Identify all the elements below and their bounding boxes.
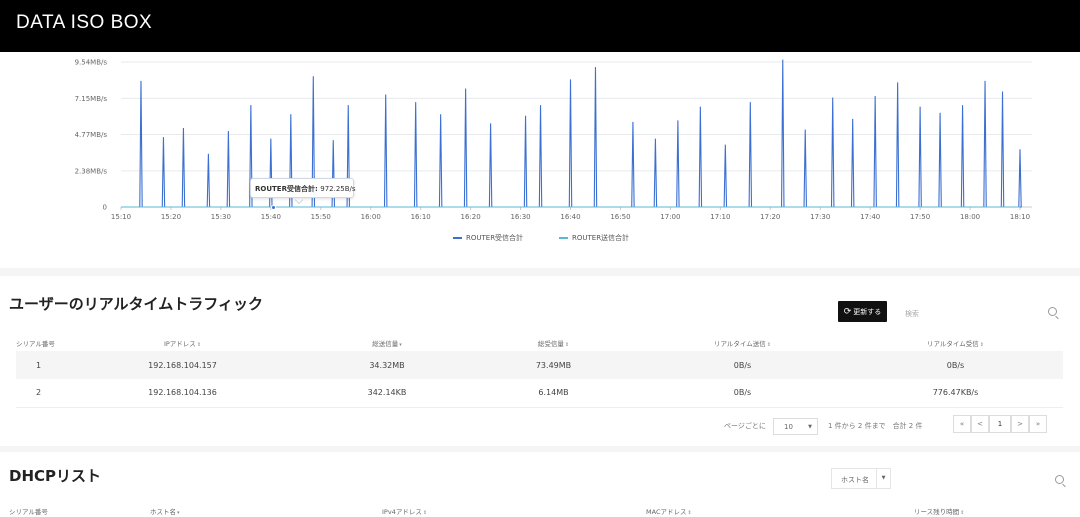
app-title: DATA ISO BOX — [16, 12, 153, 33]
x-tick-label: 16:30 — [510, 213, 530, 221]
cell-realtime-sent: 0B/s — [637, 351, 848, 379]
x-tick-label: 17:00 — [660, 213, 680, 221]
y-tick-label: 9.54MB/s — [75, 59, 108, 67]
first-page-button[interactable]: « — [953, 415, 971, 433]
x-tick-label: 16:10 — [411, 213, 431, 221]
x-tick-label: 18:10 — [1010, 213, 1030, 221]
per-page-label: ページごとに — [724, 422, 766, 430]
col-total-received[interactable]: 総受信量⇕ — [470, 334, 637, 351]
x-tick-label: 17:30 — [810, 213, 830, 221]
section-divider — [0, 446, 1080, 452]
cell-total-sent: 34.32MB — [304, 351, 470, 379]
chart-tooltip: ROUTER受信合計: 972.25B/s — [250, 178, 356, 198]
cell-total-received: 6.14MB — [470, 379, 637, 408]
users-search-input[interactable] — [897, 303, 1065, 325]
legend-label-received: ROUTER受信合計 — [466, 234, 524, 242]
col-total-sent[interactable]: 総送信量▾ — [304, 334, 470, 351]
dhcp-col-ipv4[interactable]: IPv4アドレス⇕ — [382, 506, 427, 516]
dhcp-col-hostname[interactable]: ホスト名▾ — [150, 506, 180, 516]
col-serial[interactable]: シリアル番号 — [16, 334, 61, 351]
y-tick-label: 0 — [103, 204, 107, 212]
col-realtime-sent[interactable]: リアルタイム送信⇕ — [637, 334, 848, 351]
cell-ip: 192.168.104.157 — [61, 351, 304, 379]
search-icon[interactable] — [1048, 307, 1057, 316]
cell-realtime-received: 776.47KB/s — [848, 379, 1063, 408]
per-page-value: 10 — [784, 423, 793, 431]
section-divider — [0, 268, 1080, 276]
legend-item-received[interactable]: ROUTER受信合計 — [453, 233, 523, 243]
x-tick-label: 15:10 — [111, 213, 131, 221]
users-search — [897, 301, 1065, 325]
cell-ip: 192.168.104.136 — [61, 379, 304, 408]
table-row[interactable]: 2 192.168.104.136 342.14KB 6.14MB 0B/s 7… — [16, 379, 1063, 408]
x-tick-label: 18:00 — [960, 213, 980, 221]
x-tick-label: 15:20 — [161, 213, 181, 221]
dhcp-filter-value: ホスト名 — [841, 476, 869, 484]
chevron-down-icon: ▼ — [808, 424, 812, 430]
last-page-button[interactable]: » — [1029, 415, 1047, 433]
chevron-down-icon: ▼ — [876, 469, 890, 488]
users-table: シリアル番号 IPアドレス⇕ 総送信量▾ 総受信量⇕ リアルタイム送信⇕ リアル… — [16, 334, 1063, 408]
table-row[interactable]: 1 192.168.104.157 34.32MB 73.49MB 0B/s 0… — [16, 351, 1063, 379]
users-section-title: ユーザーのリアルタイムトラフィック — [9, 295, 263, 313]
x-tick-label: 17:20 — [760, 213, 780, 221]
refresh-button[interactable]: ⟳ 更新する — [838, 301, 887, 322]
dhcp-col-mac[interactable]: MACアドレス⇕ — [646, 506, 692, 516]
tooltip-point — [271, 205, 276, 210]
search-icon[interactable] — [1055, 475, 1064, 484]
dhcp-col-lease[interactable]: リース残り時間⇕ — [914, 506, 964, 516]
cell-realtime-received: 0B/s — [848, 351, 1063, 379]
x-tick-label: 15:50 — [311, 213, 331, 221]
legend-swatch-received — [453, 237, 462, 239]
col-realtime-received[interactable]: リアルタイム受信⇕ — [848, 334, 1063, 351]
legend-item-sent[interactable]: ROUTER送信合計 — [559, 233, 629, 243]
cell-serial: 1 — [16, 351, 61, 379]
refresh-label: 更新する — [853, 307, 882, 316]
per-page-select[interactable]: 10 ▼ — [773, 418, 818, 435]
x-tick-label: 17:40 — [860, 213, 880, 221]
refresh-icon: ⟳ — [843, 306, 852, 317]
y-tick-label: 7.15MB/s — [75, 95, 108, 103]
top-bar: DATA ISO BOX — [0, 0, 1080, 52]
cell-serial: 2 — [16, 379, 61, 408]
legend-label-sent: ROUTER送信合計 — [572, 234, 630, 242]
legend-swatch-sent — [559, 237, 568, 239]
traffic-chart: 0 2.38MB/s 4.77MB/s 7.15MB/s 9.54MB/s 15:10 15… — [75, 59, 1032, 221]
dhcp-col-serial[interactable]: シリアル番号 — [9, 506, 48, 516]
x-tick-label: 16:20 — [461, 213, 481, 221]
y-tick-label: 4.77MB/s — [75, 131, 108, 139]
dhcp-filter-select[interactable]: ホスト名 ▼ — [831, 468, 891, 489]
x-tick-label: 17:50 — [910, 213, 930, 221]
dhcp-section-title: DHCPリスト — [9, 467, 102, 485]
table-header-row: シリアル番号 IPアドレス⇕ 総送信量▾ 総受信量⇕ リアルタイム送信⇕ リアル… — [16, 334, 1063, 351]
x-tick-label: 16:00 — [361, 213, 381, 221]
x-tick-label: 16:40 — [560, 213, 580, 221]
x-tick-label: 17:10 — [710, 213, 730, 221]
cell-realtime-sent: 0B/s — [637, 379, 848, 408]
x-tick-label: 15:30 — [211, 213, 231, 221]
cell-total-received: 73.49MB — [470, 351, 637, 379]
col-ip[interactable]: IPアドレス⇕ — [61, 334, 304, 351]
cell-total-sent: 342.14KB — [304, 379, 470, 408]
x-tick-label: 16:50 — [610, 213, 630, 221]
tooltip-label: ROUTER受信合計 — [255, 185, 315, 193]
pagination-summary: 1 件から 2 件まで 合計 2 件 — [828, 422, 923, 430]
x-tick-label: 15:40 — [261, 213, 281, 221]
prev-page-button[interactable]: < — [971, 415, 989, 433]
page-1-button[interactable]: 1 — [989, 415, 1011, 433]
y-tick-label: 2.38MB/s — [75, 167, 108, 175]
next-page-button[interactable]: > — [1011, 415, 1029, 433]
tooltip-value: 972.25B/s — [320, 185, 356, 193]
